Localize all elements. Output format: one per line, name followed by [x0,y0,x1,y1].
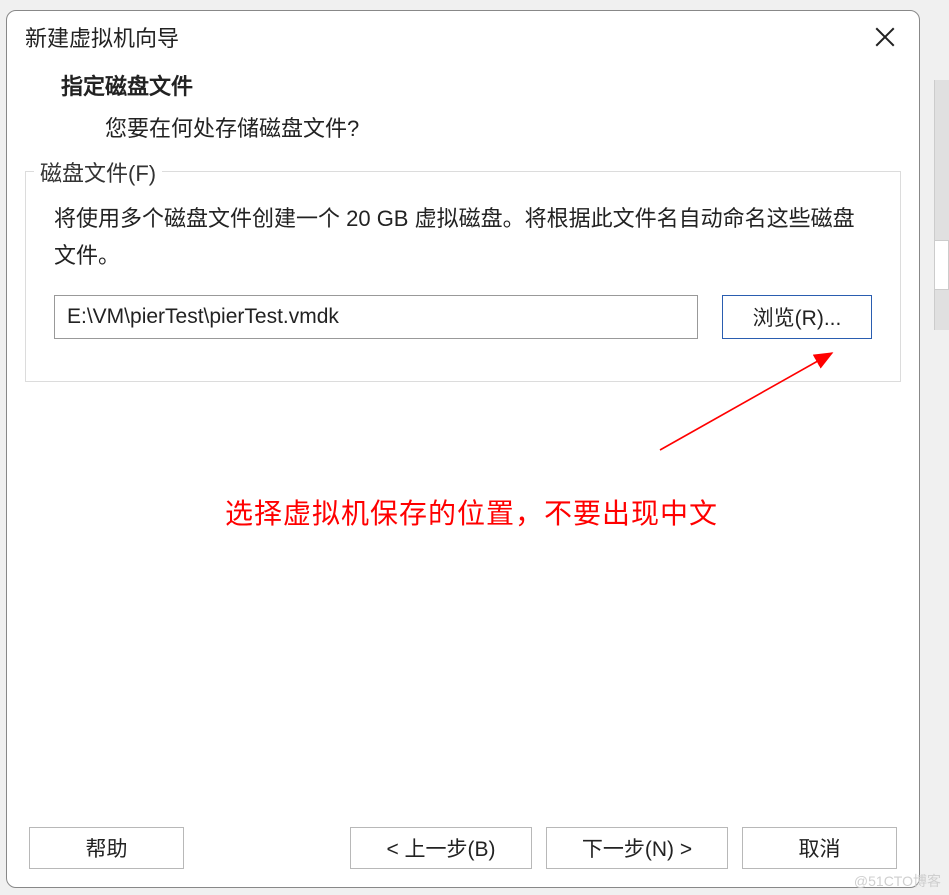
page-subheading: 您要在何处存储磁盘文件? [61,111,899,143]
cancel-button[interactable]: 取消 [742,827,897,869]
close-button[interactable] [869,21,901,53]
back-button[interactable]: < 上一步(B) [350,827,532,869]
disk-file-fieldset: 磁盘文件(F) 将使用多个磁盘文件创建一个 20 GB 虚拟磁盘。将根据此文件名… [25,171,901,382]
new-vm-wizard-dialog: 新建虚拟机向导 指定磁盘文件 您要在何处存储磁盘文件? 磁盘文件(F) 将使用多… [6,10,920,888]
page-heading: 指定磁盘文件 [61,69,899,101]
watermark: @51CTO博客 [854,871,941,891]
content-area: 磁盘文件(F) 将使用多个磁盘文件创建一个 20 GB 虚拟磁盘。将根据此文件名… [7,171,919,815]
footer-spacer [198,827,336,869]
close-icon [875,27,895,47]
browse-button[interactable]: 浏览(R)... [722,295,872,339]
dialog-title: 新建虚拟机向导 [25,21,179,53]
disk-path-input[interactable] [54,295,698,339]
background-strip-marker [934,240,949,290]
header-section: 指定磁盘文件 您要在何处存储磁盘文件? [7,61,919,171]
background-strip [934,80,949,330]
footer-button-row: 帮助 < 上一步(B) 下一步(N) > 取消 [7,815,919,887]
path-input-row: 浏览(R)... [54,295,872,339]
fieldset-legend: 磁盘文件(F) [34,156,162,188]
titlebar: 新建虚拟机向导 [7,11,919,61]
help-button[interactable]: 帮助 [29,827,184,869]
next-button[interactable]: 下一步(N) > [546,827,728,869]
disk-description: 将使用多个磁盘文件创建一个 20 GB 虚拟磁盘。将根据此文件名自动命名这些磁盘… [54,200,872,275]
